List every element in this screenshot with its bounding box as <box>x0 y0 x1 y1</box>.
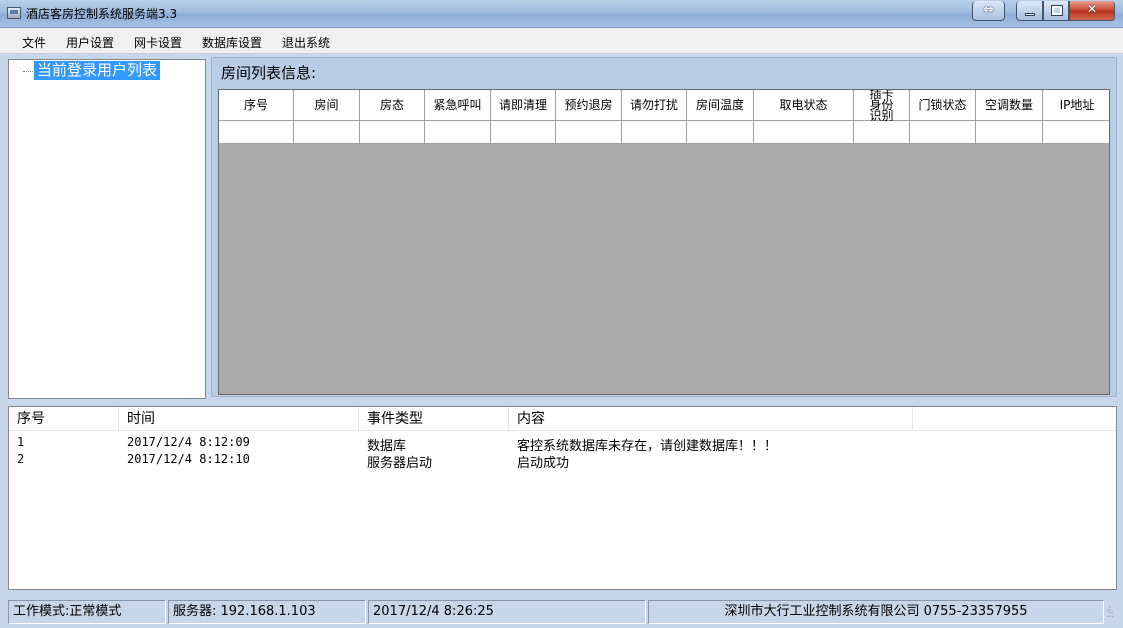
column-header[interactable]: 门锁状态 <box>910 90 976 121</box>
column-header[interactable]: 请即清理 <box>491 90 556 121</box>
table-cell[interactable] <box>425 121 491 144</box>
table-cell[interactable] <box>854 121 910 144</box>
column-header[interactable]: 序号 <box>219 90 294 121</box>
log-no: 1 <box>17 435 25 449</box>
room-table-header: 序号 房间 房态 紧急呼叫 请即清理 预约退房 请勿打扰 房间温度 取电状态 插… <box>219 90 1109 122</box>
log-time: 2017/12/4 8:12:09 <box>127 435 250 449</box>
close-icon: ✕ <box>1086 2 1098 16</box>
room-list-panel: 房间列表信息: 序号 房间 房态 紧急呼叫 请即清理 预约退房 请勿打扰 房间温… <box>211 57 1117 397</box>
resize-grip-icon[interactable]: .:.:: <box>1106 604 1118 620</box>
room-list-title: 房间列表信息: <box>221 64 317 82</box>
log-no: 2 <box>17 452 25 466</box>
column-header[interactable]: 空调数量 <box>976 90 1043 121</box>
log-header: 序号 时间 事件类型 内容 <box>9 407 1116 431</box>
table-cell[interactable] <box>1043 121 1109 144</box>
log-time: 2017/12/4 8:12:10 <box>127 452 250 466</box>
column-header[interactable]: 房态 <box>360 90 425 121</box>
table-cell[interactable] <box>754 121 854 144</box>
column-header[interactable]: 房间温度 <box>687 90 754 121</box>
menu-file[interactable]: 文件 <box>22 34 46 51</box>
menu-database-settings[interactable]: 数据库设置 <box>202 34 262 51</box>
table-cell[interactable] <box>360 121 425 144</box>
room-table[interactable]: 序号 房间 房态 紧急呼叫 请即清理 预约退房 请勿打扰 房间温度 取电状态 插… <box>218 89 1110 395</box>
maximize-button[interactable] <box>1043 1 1069 21</box>
status-server: 服务器: 192.168.1.103 <box>168 600 366 624</box>
menu-user-settings[interactable]: 用户设置 <box>66 34 114 51</box>
table-cell[interactable] <box>910 121 976 144</box>
column-header[interactable]: 取电状态 <box>754 90 854 121</box>
tree-connector <box>23 71 33 72</box>
log-column-header[interactable]: 序号 <box>9 407 119 431</box>
double-arrow-icon: ⇔ <box>983 2 994 16</box>
table-cell[interactable] <box>219 121 294 144</box>
column-header[interactable]: 预约退房 <box>556 90 622 121</box>
column-header[interactable]: 紧急呼叫 <box>425 90 491 121</box>
tree-node-logged-in-users[interactable]: 当前登录用户列表 <box>34 61 161 80</box>
log-column-header[interactable]: 事件类型 <box>359 407 509 431</box>
table-cell[interactable] <box>622 121 687 144</box>
window-title: 酒店客房控制系统服务端3.3 <box>26 7 178 21</box>
log-content: 启动成功 <box>517 456 570 471</box>
column-header[interactable]: 插卡身份识别 <box>854 90 910 122</box>
table-cell[interactable] <box>556 121 622 144</box>
log-type: 服务器启动 <box>367 456 433 471</box>
status-company: 深圳市大行工业控制系统有限公司 0755-23357955 <box>648 600 1104 624</box>
column-header[interactable]: 请勿打扰 <box>622 90 687 121</box>
table-cell[interactable] <box>687 121 754 144</box>
status-work-mode: 工作模式:正常模式 <box>8 600 166 624</box>
table-cell[interactable] <box>294 121 360 144</box>
event-log-list[interactable]: 序号 时间 事件类型 内容 1 2017/12/4 8:12:09 数据库 客控… <box>8 406 1117 590</box>
log-column-header[interactable]: 内容 <box>509 407 913 431</box>
column-header[interactable]: IP地址 <box>1043 90 1109 121</box>
maximize-icon <box>1051 5 1063 16</box>
menu-bar: 文件 用户设置 网卡设置 数据库设置 退出系统 <box>0 28 1123 54</box>
client-area: 当前登录用户列表 房间列表信息: 序号 房间 房态 紧急呼叫 请即清理 预约退房… <box>0 54 1123 628</box>
log-column-header[interactable]: 时间 <box>119 407 359 431</box>
status-datetime: 2017/12/4 8:26:25 <box>368 600 646 624</box>
user-tree[interactable]: 当前登录用户列表 <box>8 59 206 399</box>
close-button[interactable]: ✕ <box>1069 1 1115 21</box>
list-item[interactable]: 2 2017/12/4 8:12:10 服务器启动 启动成功 <box>9 452 1116 471</box>
list-item[interactable]: 1 2017/12/4 8:12:09 数据库 客控系统数据库未存在，请创建数据… <box>9 435 1116 454</box>
app-icon[interactable] <box>7 7 21 19</box>
status-bar: 工作模式:正常模式 服务器: 192.168.1.103 2017/12/4 8… <box>0 598 1123 628</box>
minimize-button[interactable] <box>1016 1 1043 21</box>
table-cell[interactable] <box>976 121 1043 144</box>
menu-exit[interactable]: 退出系统 <box>282 34 330 51</box>
column-header[interactable]: 房间 <box>294 90 360 121</box>
table-cell[interactable] <box>491 121 556 144</box>
minimize-icon <box>1025 13 1035 16</box>
title-bar[interactable]: 酒店客房控制系统服务端3.3 ⇔ ✕ <box>0 0 1123 28</box>
menu-nic-settings[interactable]: 网卡设置 <box>134 34 182 51</box>
switch-window-button[interactable]: ⇔ <box>972 1 1005 21</box>
table-row[interactable] <box>219 121 1109 144</box>
